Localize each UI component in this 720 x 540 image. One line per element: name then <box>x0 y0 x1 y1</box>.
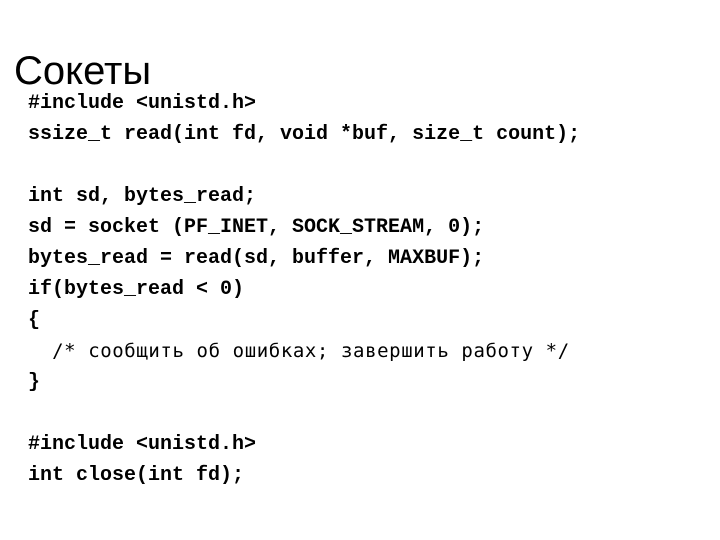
code-block: #include <unistd.h> ssize_t read(int fd, … <box>28 88 700 491</box>
presentation-slide: Сокеты #include <unistd.h> ssize_t read(i… <box>0 0 720 540</box>
code-line: ssize_t read(int fd, void *buf, size_t c… <box>28 123 581 146</box>
code-line: { <box>28 309 41 332</box>
code-line: bytes_read = read(sd, buffer, MAXBUF); <box>28 247 485 270</box>
page-title: Сокеты <box>14 48 152 93</box>
code-line: } <box>28 371 41 394</box>
code-line: /* сообщить об ошибках; завершить работу… <box>28 340 570 362</box>
code-line: int close(int fd); <box>28 464 245 487</box>
code-line: sd = socket (PF_INET, SOCK_STREAM, 0); <box>28 216 485 239</box>
code-line: int sd, bytes_read; <box>28 185 257 208</box>
code-line: #include <unistd.h> <box>28 433 257 456</box>
code-line: if(bytes_read < 0) <box>28 278 245 301</box>
code-line: #include <unistd.h> <box>28 92 257 115</box>
